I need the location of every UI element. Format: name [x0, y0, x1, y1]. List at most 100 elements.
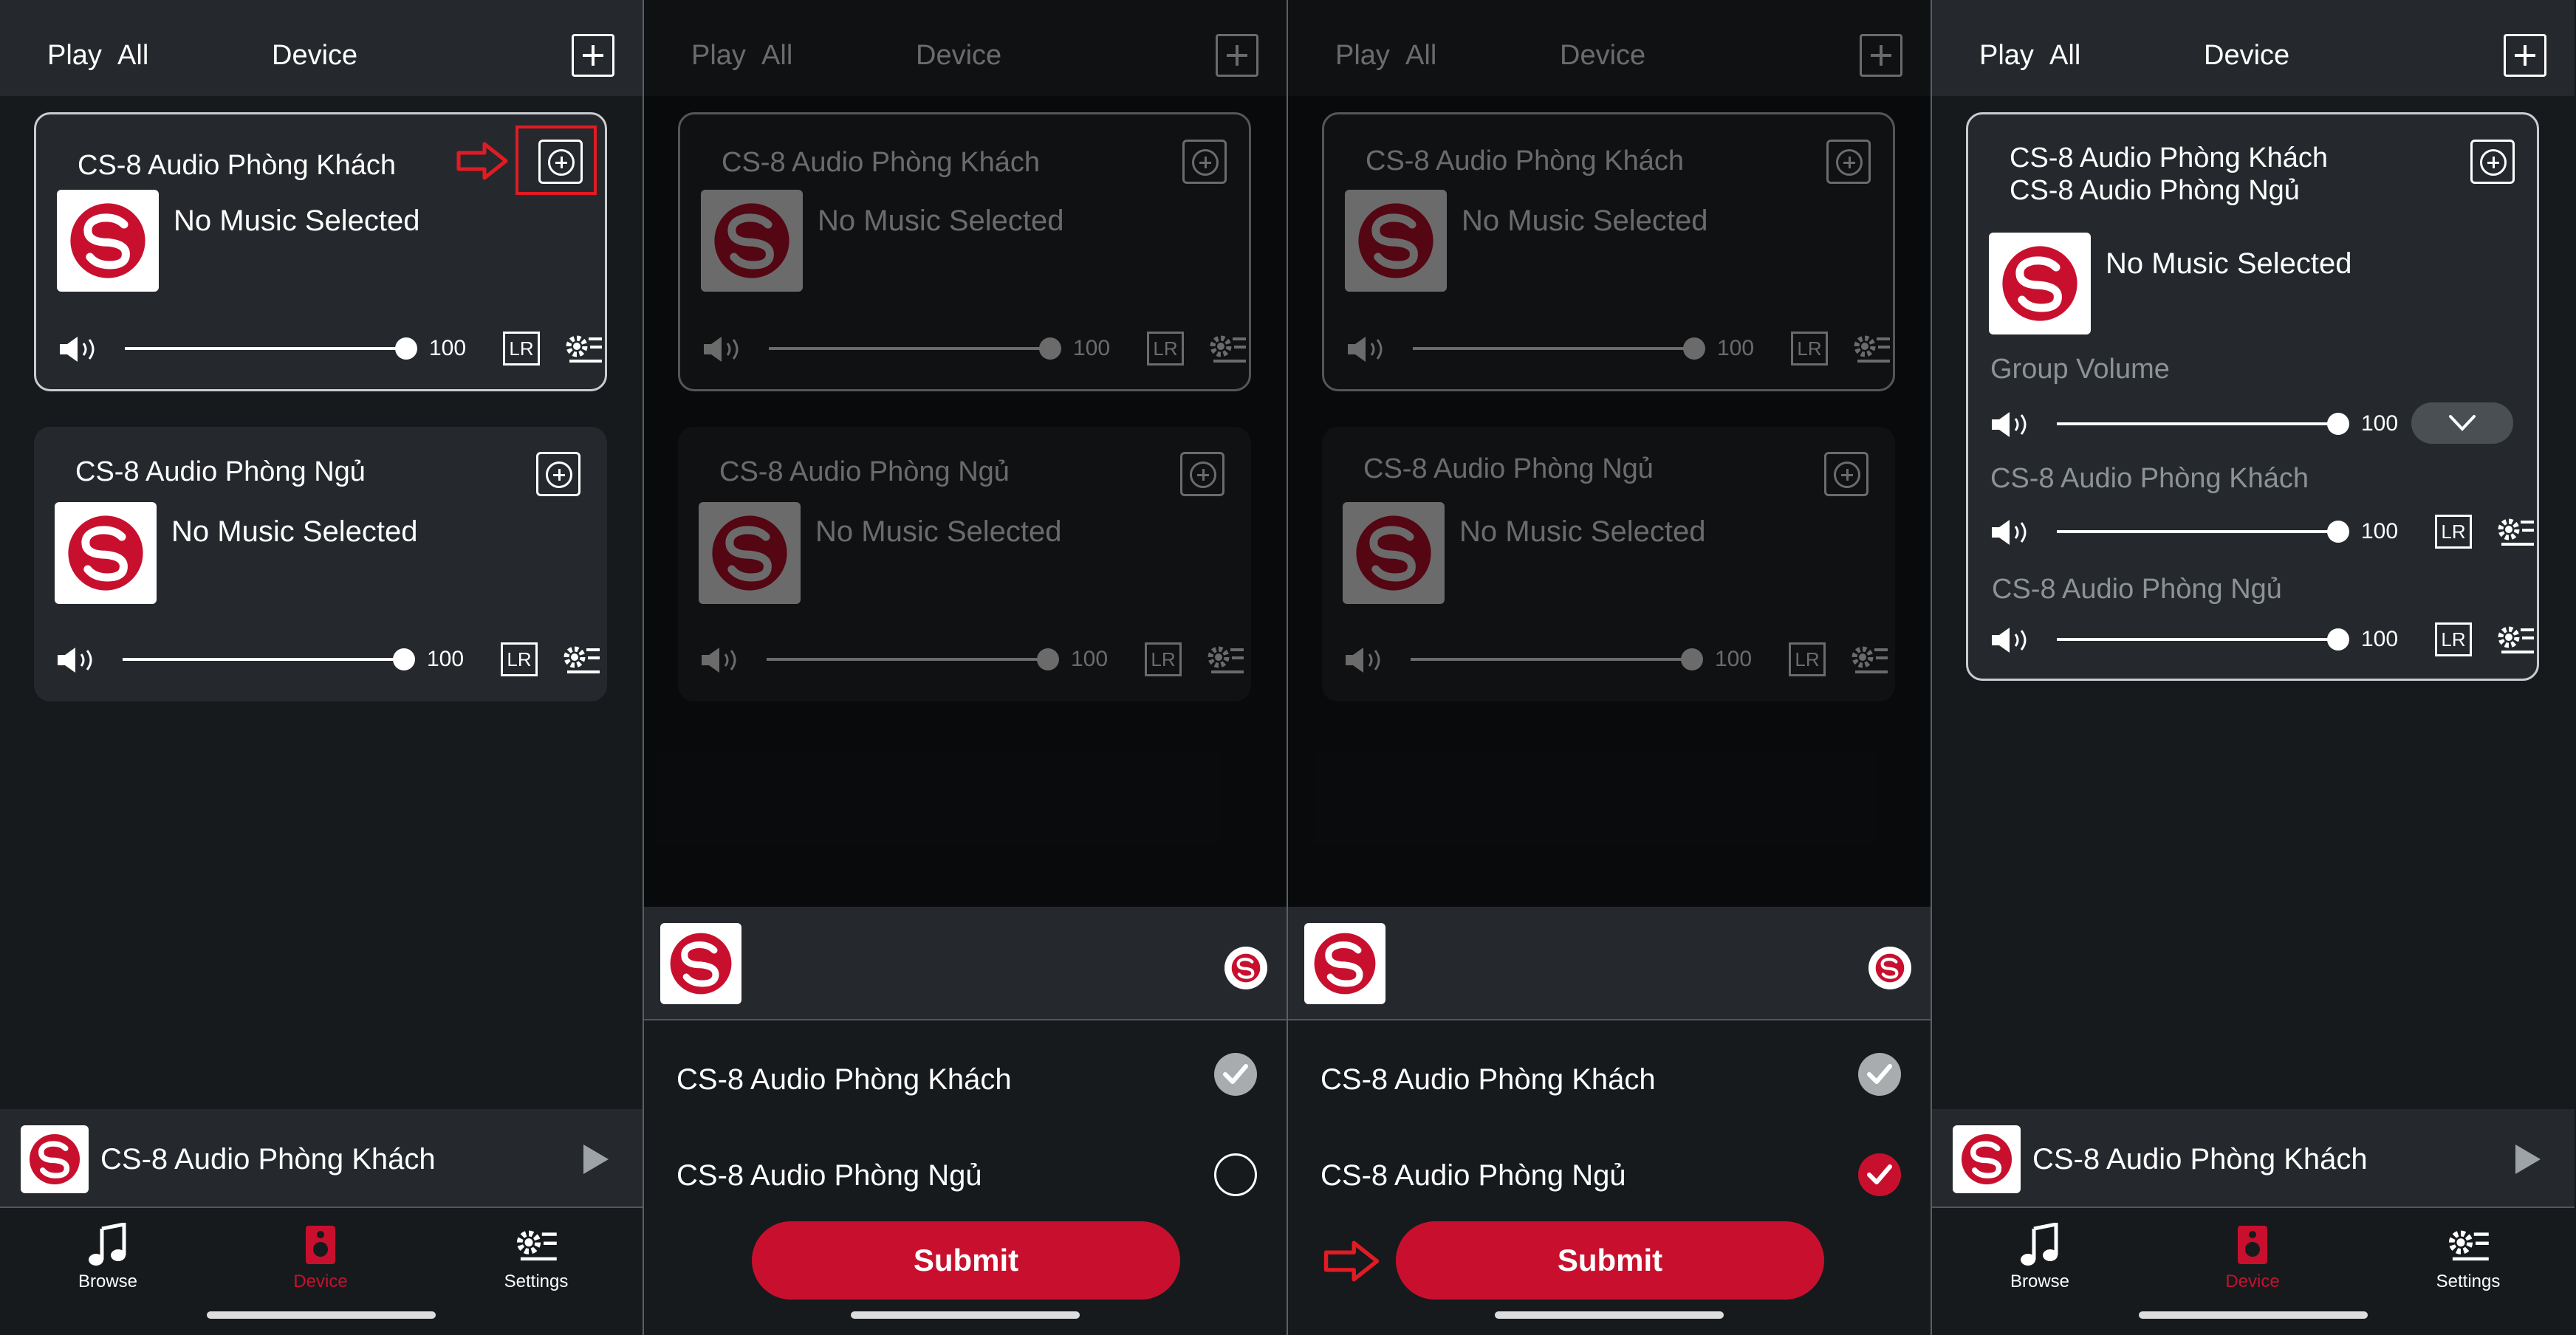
play-label: Play [1979, 40, 2034, 71]
now-playing-status: No Music Selected [2106, 247, 2352, 280]
music-note-icon [86, 1223, 130, 1267]
add-device-button[interactable] [2504, 34, 2546, 77]
unchecked-radio-icon[interactable] [1214, 1153, 1257, 1196]
submit-button[interactable]: Submit [1396, 1221, 1824, 1300]
tab-device[interactable]: Device [261, 1223, 380, 1292]
settings-gear-icon[interactable] [2496, 515, 2535, 549]
home-indicator [851, 1311, 1080, 1319]
group-title-line-2: CS-8 Audio Phòng Ngủ [2010, 175, 2300, 206]
player-title: CS-8 Audio Phòng Khách [2032, 1143, 2368, 1176]
screen-group-select: Play All Device CS-8 Audio Phòng Khách N… [644, 0, 1287, 1335]
lr-channel-button[interactable]: LR [503, 332, 540, 366]
expand-button[interactable] [2411, 402, 2513, 444]
brand-logo-icon [1999, 243, 2080, 324]
brand-logo-icon [1312, 930, 1378, 997]
play-icon[interactable] [583, 1144, 609, 1174]
home-indicator [207, 1311, 436, 1319]
speaker-icon[interactable] [1990, 519, 2032, 546]
volume-slider-handle[interactable] [2327, 521, 2349, 543]
modal-backdrop[interactable] [1288, 0, 1931, 908]
checked-grey-icon [1858, 1053, 1901, 1096]
volume-slider[interactable] [2057, 422, 2337, 425]
tab-device[interactable]: Device [2193, 1223, 2312, 1292]
speaker-device-icon [298, 1223, 343, 1267]
volume-slider-handle[interactable] [393, 648, 415, 670]
volume-slider-handle[interactable] [2327, 628, 2349, 651]
volume-slider[interactable] [2057, 638, 2337, 641]
tab-settings[interactable]: Settings [477, 1223, 595, 1292]
sheet-item-living-room[interactable]: CS-8 Audio Phòng Khách [1320, 1063, 1656, 1097]
brand-logo-icon [65, 512, 146, 594]
settings-gear-icon[interactable] [564, 332, 603, 366]
volume-value: 100 [429, 336, 467, 360]
volume-slider[interactable] [125, 347, 405, 350]
mini-player[interactable]: CS-8 Audio Phòng Khách [1932, 1109, 2575, 1208]
mini-player[interactable]: CS-8 Audio Phòng Khách [0, 1109, 643, 1208]
group-add-icon[interactable] [536, 452, 580, 496]
all-label: All [117, 40, 149, 71]
tab-label: Settings [2436, 1271, 2501, 1291]
sheet-item-living-room[interactable]: CS-8 Audio Phòng Khách [676, 1063, 1012, 1097]
page-title: Device [2204, 40, 2290, 71]
volume-slider-handle[interactable] [395, 337, 417, 360]
modal-backdrop[interactable] [644, 0, 1287, 908]
speaker-logo [1989, 233, 2091, 334]
brand-logo-icon [1959, 1132, 2014, 1187]
lr-channel-button[interactable]: LR [2435, 622, 2472, 656]
volume-value: 100 [2361, 627, 2399, 651]
tab-browse[interactable]: Browse [49, 1223, 167, 1292]
speaker-icon[interactable] [58, 336, 100, 363]
volume-slider[interactable] [2057, 530, 2337, 533]
now-playing-status: No Music Selected [174, 205, 420, 237]
screen-grouped: Play All Device CS-8 Audio Phòng Khách C… [1932, 0, 2575, 1335]
tab-label: Device [293, 1271, 348, 1291]
page-title: Device [272, 40, 358, 71]
add-device-button[interactable] [572, 34, 614, 77]
device-title: CS-8 Audio Phòng Ngủ [75, 456, 366, 487]
speaker-icon[interactable] [1990, 627, 2032, 653]
brand-badge-icon [1868, 947, 1911, 989]
volume-row: 100 LR [58, 330, 590, 367]
brand-logo-icon [67, 200, 148, 281]
checked-grey-icon [1214, 1053, 1257, 1096]
tab-label: Browse [2010, 1271, 2070, 1291]
settings-gear-icon[interactable] [2496, 622, 2535, 656]
settings-gear-icon[interactable] [561, 642, 601, 676]
submit-button[interactable]: Submit [752, 1221, 1180, 1300]
group-volume-label: Group Volume [1990, 354, 2170, 385]
member-volume-row: 100 LR [1990, 621, 2522, 658]
speaker-icon[interactable] [56, 647, 97, 673]
sheet-logo [1304, 923, 1385, 1004]
volume-value: 100 [427, 647, 465, 671]
brand-logo-icon [668, 930, 734, 997]
music-note-icon [2018, 1223, 2062, 1267]
player-title: CS-8 Audio Phòng Khách [100, 1143, 436, 1176]
pointer-arrow-icon [1323, 1240, 1380, 1282]
sheet-item-bedroom[interactable]: CS-8 Audio Phòng Ngủ [676, 1159, 982, 1192]
speaker-logo [55, 502, 157, 604]
member-name: CS-8 Audio Phòng Khách [1990, 463, 2309, 494]
chevron-down-icon [2448, 414, 2476, 432]
play-label: Play [47, 40, 102, 71]
group-card: CS-8 Audio Phòng Khách CS-8 Audio Phòng … [1966, 112, 2539, 681]
player-logo [21, 1125, 89, 1193]
volume-slider[interactable] [123, 658, 403, 661]
volume-slider-handle[interactable] [2327, 413, 2349, 435]
play-icon[interactable] [2515, 1144, 2541, 1174]
play-all-toggle[interactable]: Play All [47, 40, 148, 72]
play-all-toggle[interactable]: Play All [1979, 40, 2080, 72]
lr-channel-button[interactable]: LR [2435, 515, 2472, 549]
tab-browse[interactable]: Browse [1981, 1223, 2099, 1292]
home-indicator [1495, 1311, 1724, 1319]
group-add-icon[interactable] [2470, 140, 2515, 184]
tab-settings[interactable]: Settings [2409, 1223, 2527, 1292]
volume-value: 100 [2361, 411, 2399, 436]
checked-red-icon[interactable] [1858, 1153, 1901, 1196]
member-volume-row: 100 LR [1990, 513, 2522, 550]
sheet-item-bedroom[interactable]: CS-8 Audio Phòng Ngủ [1320, 1159, 1626, 1192]
speaker-icon[interactable] [1990, 411, 2032, 438]
volume-value: 100 [2361, 519, 2399, 543]
top-bar: Play All Device [1932, 0, 2575, 96]
lr-channel-button[interactable]: LR [501, 642, 538, 676]
tab-label: Device [2225, 1271, 2280, 1291]
